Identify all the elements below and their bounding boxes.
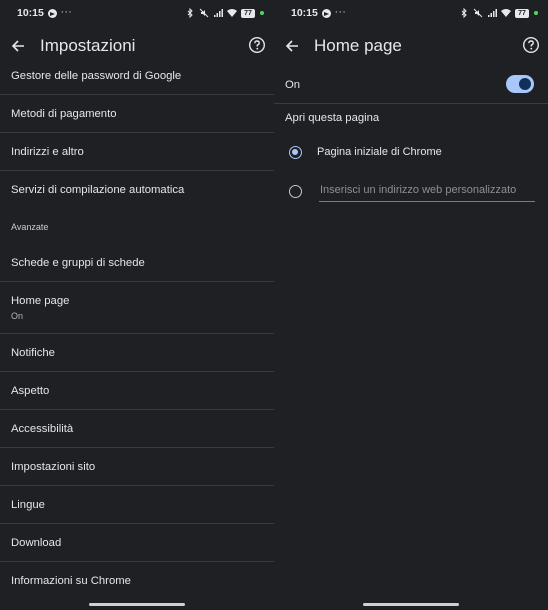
settings-item-site-settings[interactable]: Impostazioni sito (0, 448, 274, 486)
mute-icon (199, 8, 209, 18)
switch-knob (519, 78, 531, 90)
radio-chrome-start-page[interactable] (289, 145, 302, 159)
privacy-indicator-dot (260, 11, 264, 15)
app-bar: Home page (274, 28, 548, 64)
settings-item-label: Home page (11, 294, 70, 307)
radio-custom-address[interactable] (289, 184, 302, 198)
status-time: 10:15 (291, 7, 318, 19)
settings-item-summary: On (11, 310, 24, 321)
settings-item-label: Accessibilità (11, 422, 74, 435)
settings-item-label: Impostazioni sito (11, 460, 96, 473)
section-header-advanced: Avanzate (11, 222, 49, 232)
battery-icon: 77 (515, 8, 529, 18)
settings-item-label: Schede e gruppi di schede (11, 257, 145, 269)
home-page-switch[interactable] (506, 75, 534, 93)
page-title: Home page (314, 36, 402, 55)
settings-item-downloads[interactable]: Download (0, 524, 274, 562)
settings-item-notifications[interactable]: Notifiche (0, 334, 274, 372)
page-title: Impostazioni (40, 36, 136, 55)
settings-item-label: Servizi di compilazione automatica (11, 184, 185, 196)
status-icons: 77 (185, 8, 264, 18)
arrow-left-icon (285, 40, 298, 52)
option-chrome-start-page[interactable]: Pagina iniziale di Chrome (274, 135, 548, 169)
settings-item-accessibility[interactable]: Accessibilità (0, 410, 274, 448)
custom-url-input[interactable] (319, 182, 535, 202)
settings-item-label: Informazioni su Chrome (11, 575, 131, 587)
bluetooth-icon (461, 8, 467, 18)
status-bar: 10:15 ··· 77 (0, 0, 274, 26)
status-icons: 77 (459, 8, 538, 18)
status-overflow: ··· (60, 8, 73, 18)
wifi-icon (227, 9, 237, 17)
settings-item-autofill-services[interactable]: Servizi di compilazione automatica (0, 171, 274, 209)
settings-item-label: Notifiche (11, 346, 55, 359)
home-page-toggle-row[interactable]: On (274, 66, 548, 104)
help-icon[interactable] (522, 36, 540, 54)
home-page-screen: 10:15 ··· 77 Home page On Apri questa pa… (274, 0, 548, 610)
status-time: 10:15 (17, 7, 44, 19)
status-bar: 10:15 ··· 77 (274, 0, 548, 26)
settings-item-addresses[interactable]: Indirizzi e altro (0, 133, 274, 171)
settings-item-label: Gestore delle password di Google (11, 70, 182, 82)
section-header-open-page: Apri questa pagina (285, 112, 380, 124)
signal-icon (488, 9, 497, 17)
settings-item-label: Aspetto (11, 384, 50, 397)
settings-item-payment-methods[interactable]: Metodi di pagamento (0, 95, 274, 133)
settings-list: Gestore delle password di Google Metodi … (0, 58, 274, 600)
mute-icon (473, 8, 483, 18)
gesture-nav-bar[interactable] (363, 603, 459, 606)
battery-icon: 77 (241, 8, 255, 18)
back-button[interactable] (274, 28, 310, 64)
toggle-label: On (285, 78, 301, 91)
settings-item-label: Indirizzi e altro (11, 145, 84, 158)
telegram-icon (321, 8, 331, 18)
settings-screen: 10:15 ··· 77 Impostazioni Gestore delle … (0, 0, 274, 610)
option-label: Pagina iniziale di Chrome (317, 146, 442, 158)
signal-icon (214, 9, 223, 17)
settings-item-about-chrome[interactable]: Informazioni su Chrome (0, 562, 274, 600)
status-overflow: ··· (334, 8, 347, 18)
arrow-left-icon (11, 40, 24, 52)
privacy-indicator-dot (534, 11, 538, 15)
settings-item-password-manager[interactable]: Gestore delle password di Google (0, 58, 274, 95)
settings-item-label: Download (11, 536, 62, 549)
settings-item-appearance[interactable]: Aspetto (0, 372, 274, 410)
help-icon[interactable] (248, 36, 266, 54)
settings-item-home-page[interactable]: Home page On (0, 282, 274, 334)
wifi-icon (501, 9, 511, 17)
settings-item-tabs-groups[interactable]: Schede e gruppi di schede (0, 245, 274, 282)
settings-item-label: Metodi di pagamento (11, 107, 117, 120)
telegram-icon (47, 8, 57, 18)
settings-item-languages[interactable]: Lingue (0, 486, 274, 524)
gesture-nav-bar[interactable] (89, 603, 185, 606)
bluetooth-icon (187, 8, 193, 18)
settings-item-label: Lingue (11, 498, 45, 511)
